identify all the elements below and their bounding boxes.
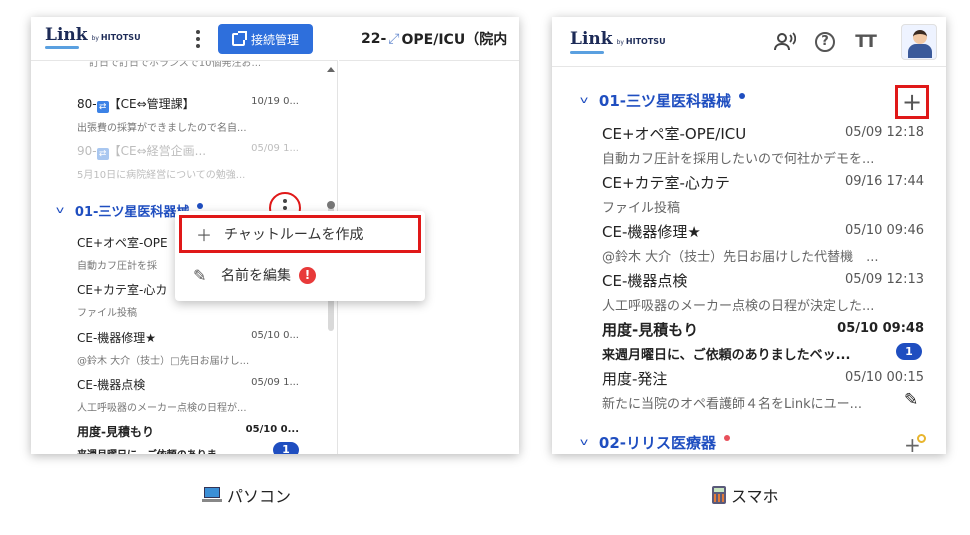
- list-item[interactable]: CE+カテ室-心カテ 09/16 17:44 ファイル投稿: [602, 172, 924, 216]
- create-room-label: チャットルームを作成: [224, 227, 364, 243]
- room-preview: 出張費の採算ができましたので名自...: [77, 123, 247, 134]
- logo-underline: [45, 46, 79, 49]
- connection-manage-label: 接続管理: [250, 32, 299, 47]
- chat-room-title: OPE/ICU（院内: [401, 31, 508, 48]
- shuffle-icon: ⇄: [96, 101, 109, 113]
- pencil-icon: ✎: [193, 265, 207, 285]
- logo-company: HITOTSU: [625, 37, 666, 46]
- room-time: 05/10 09:48: [837, 321, 924, 336]
- list-item[interactable]: 用度-見積もり 05/10 09:48 来週月曜日に、ご依頼のありましたベッ..…: [602, 319, 924, 363]
- room-preview: 来週月曜日に、ご依頼のありま...: [77, 446, 273, 454]
- link-logo: Link by HITOTSU: [570, 30, 666, 48]
- link-logo: Link by HITOTSU: [45, 26, 141, 44]
- group-name: 01-三ツ星医科器械: [74, 205, 190, 220]
- help-icon[interactable]: ?: [812, 29, 838, 55]
- add-room-icon[interactable]: +: [904, 433, 926, 454]
- room-title: 【CE⇔経営企画...: [108, 144, 207, 158]
- list-item[interactable]: 80- ⇄ 【CE⇔管理課】 10/19 0... 出張費の採算ができましたので名自…: [77, 95, 299, 134]
- avatar[interactable]: [901, 24, 937, 60]
- room-time: 05/09 12:18: [844, 125, 924, 140]
- room-time: 05/09 1...: [251, 377, 299, 388]
- list-item[interactable]: CE-機器修理★ 05/10 09:46 @鈴木 大介（技士）先日お届けした代替…: [602, 221, 924, 265]
- room-preview: 自動カフ圧計を採用したいので何社かデモを...: [602, 152, 875, 167]
- menu-item-create-room[interactable]: ＋ チャットルームを作成: [179, 215, 421, 253]
- connection-manage-button[interactable]: 接続管理: [218, 24, 313, 54]
- caption-pc-label: パソコン: [227, 487, 292, 506]
- room-preview: 新たに当院のオペ看護師４名をLinkにユー...: [602, 397, 863, 412]
- list-item[interactable]: CE-機器修理★ 05/10 0... @鈴木 大介（技士）□先日お届けし...: [77, 329, 299, 367]
- caption-pc: パソコン: [202, 483, 291, 507]
- room-time: 05/10 0...: [251, 330, 299, 341]
- sp-header: Link by HITOTSU ? TT: [552, 17, 946, 67]
- room-preview: ファイル投稿: [77, 308, 137, 319]
- voice-user-icon[interactable]: [772, 29, 798, 55]
- text-size-icon[interactable]: TT: [852, 29, 878, 55]
- caption-sp: スマホ: [712, 483, 779, 507]
- group-name: 02-リリス医療器: [598, 434, 717, 452]
- list-item[interactable]: CE-機器点検 05/09 1... 人工呼吸器のメーカー点検の日程が...: [77, 376, 299, 414]
- logo-underline: [570, 51, 604, 54]
- group-header[interactable]: v 01-三ツ星医科器械: [580, 90, 746, 111]
- smartphone-screenshot: Link by HITOTSU ? TT v 01-三ツ星医科器械 + CE+オ…: [552, 17, 946, 454]
- logo-company: HITOTSU: [100, 33, 141, 42]
- pc-header: Link by HITOTSU 接続管理: [31, 17, 338, 61]
- room-preview: ファイル投稿: [602, 201, 681, 216]
- add-room-button[interactable]: +: [895, 85, 929, 119]
- list-item[interactable]: CE+オペ室-OPE/ICU 05/09 12:18 自動カフ圧計を採用したいの…: [602, 123, 924, 167]
- list-item[interactable]: CE-機器点検 05/09 12:13 人工呼吸器のメーカー点検の日程が決定した…: [602, 270, 924, 314]
- unread-badge: 1: [896, 343, 922, 360]
- room-preview: 来週月曜日に、ご依頼のありましたベッ...: [602, 348, 851, 363]
- logo-main: Link: [45, 25, 88, 45]
- scroll-knob[interactable]: [327, 201, 335, 209]
- phone-icon: [712, 486, 726, 504]
- plus-icon: ＋: [196, 226, 213, 245]
- room-time: 05/10 00:15: [844, 370, 924, 385]
- room-preview: 人工呼吸器のメーカー点検の日程が決定した...: [602, 299, 875, 314]
- group-header[interactable]: v 02-リリス医療器: [580, 432, 731, 453]
- room-time: 10/19 0...: [251, 96, 299, 107]
- logo-by: by: [91, 35, 99, 42]
- logo-main: Link: [570, 29, 613, 49]
- logo-by: by: [616, 39, 624, 46]
- room-time: 05/10 0...: [245, 424, 299, 435]
- external-link-icon: [231, 30, 247, 46]
- room-preview: 5月10日に病院経営についての勉強...: [77, 170, 246, 181]
- chevron-down-icon[interactable]: v: [580, 95, 588, 106]
- scroll-up-arrow-icon[interactable]: [327, 67, 335, 72]
- room-title: 【CE⇔管理課】: [108, 97, 195, 111]
- caption-sp-label: スマホ: [731, 487, 779, 506]
- warning-icon: !: [299, 266, 316, 284]
- list-item[interactable]: 90- ⇄ 【CE⇔経営企画... 05/09 1... 5月10日に病院経営につい…: [77, 142, 299, 181]
- list-item[interactable]: 用度-発注 05/10 00:15 新たに当院のオペ看護師４名をLinkにユー.…: [602, 368, 924, 412]
- menu-item-rename[interactable]: ✎ 名前を編集 !: [179, 256, 421, 294]
- list-item[interactable]: 用度-見積もり 05/10 0... 来週月曜日に、ご依頼のありま... 1: [77, 423, 299, 454]
- room-time: 05/09 12:13: [844, 272, 924, 287]
- room-time: 09/16 17:44: [844, 174, 924, 189]
- chevron-down-icon[interactable]: v: [56, 205, 64, 216]
- group-context-menu: ＋ チャットルームを作成 ✎ 名前を編集 !: [175, 211, 425, 301]
- link-icon: ⤢: [388, 30, 400, 47]
- unread-dot: [724, 434, 731, 441]
- pc-screenshot: Link by HITOTSU 接続管理 訂日で訂日でホランスで10個発注お..…: [31, 17, 519, 454]
- room-time: 05/09 1...: [251, 143, 299, 154]
- unread-dot: [739, 92, 746, 99]
- room-preview: @鈴木 大介（技士）先日お届けした代替機 ...: [602, 250, 879, 265]
- chevron-down-icon[interactable]: v: [580, 437, 588, 448]
- unread-dot: [197, 202, 204, 209]
- clipped-preview-text: 訂日で訂日でホランスで10個発注お...: [89, 61, 262, 69]
- rename-label: 名前を編集: [221, 268, 291, 284]
- room-time: 05/10 09:46: [844, 223, 924, 238]
- laptop-icon: [202, 487, 222, 503]
- chat-room-header: 22- ⤢ OPE/ICU（院内: [339, 17, 519, 61]
- room-preview: 人工呼吸器のメーカー点検の日程が...: [77, 403, 247, 414]
- header-more-icon[interactable]: [188, 27, 208, 51]
- room-preview: @鈴木 大介（技士）□先日お届けし...: [77, 356, 250, 367]
- pencil-icon[interactable]: ✎: [904, 390, 918, 410]
- unread-badge: 1: [273, 442, 299, 454]
- shuffle-icon: ⇄: [96, 148, 109, 160]
- group-name: 01-三ツ星医科器械: [598, 92, 732, 110]
